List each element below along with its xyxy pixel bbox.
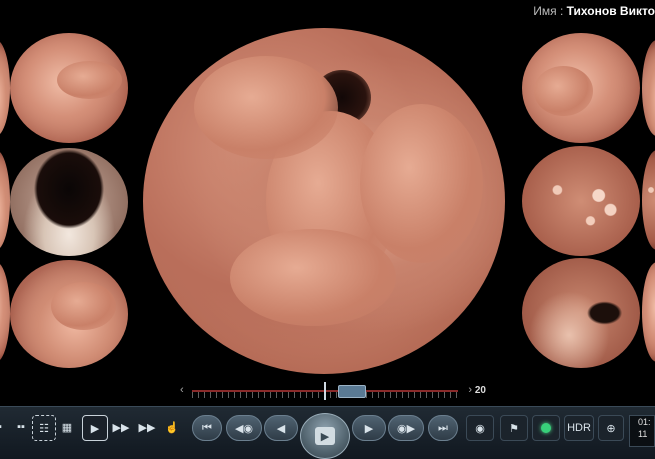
layout-2x2-icon: ▪▪	[17, 421, 25, 433]
prev-icon: ◀	[276, 422, 286, 435]
timeline-end-value: 20	[474, 385, 486, 396]
patient-name: Тихонов Викто	[566, 4, 655, 18]
layout-grid-icon: ▦	[61, 421, 73, 434]
timeline-scrubber[interactable]: ‹ › 20	[180, 382, 486, 400]
step-frames-icon: ▶▶	[138, 421, 156, 434]
step-frames-button[interactable]: ▶▶	[136, 415, 158, 439]
zoom-icon: ⊕	[606, 422, 616, 435]
status-indicator-icon	[541, 423, 551, 433]
status-button[interactable]	[532, 415, 560, 441]
first-frame-icon: ⏮	[202, 421, 212, 434]
flag-button[interactable]: ⚑	[500, 415, 528, 441]
hand-icon: ☝	[165, 421, 179, 434]
hdr-button[interactable]: HDR	[564, 415, 594, 441]
timeline-prev-arrow[interactable]: ‹	[180, 384, 184, 396]
thumbnail-frame-1[interactable]	[10, 33, 128, 143]
toolbar-left-edge-button[interactable]: ▪	[0, 415, 6, 439]
thumbnail-right-edge-1[interactable]	[642, 40, 655, 136]
thumbnail-frame-6[interactable]	[522, 258, 640, 368]
last-frame-icon: ⏭	[438, 421, 448, 434]
play-button[interactable]: ▶	[300, 413, 350, 459]
flag-icon: ⚑	[509, 422, 519, 435]
mucosa-fold-4	[229, 228, 397, 326]
playback-toolbar: ▪ ▪▪ ☷ ▦ ▶ ▶▶ ▶▶ ☝ ⏮ ◀◉ ◀ ▶ ▶ ◉▶ ⏭ ◉ ⚑ H…	[0, 406, 655, 459]
next-camera-icon: ◉▶	[396, 422, 416, 435]
next-camera-button[interactable]: ◉▶	[388, 415, 424, 441]
play-mode-button[interactable]: ▶	[82, 415, 108, 441]
fast-forward-icon: ▶▶	[112, 421, 130, 434]
zoom-button[interactable]: ⊕	[598, 415, 624, 441]
next-frame-button[interactable]: ▶	[352, 415, 386, 441]
timeline-knob[interactable]	[338, 385, 367, 398]
prev-camera-button[interactable]: ◀◉	[226, 415, 262, 441]
thumbnail-left-edge-1[interactable]	[0, 40, 10, 136]
main-endoscope-view[interactable]	[143, 28, 505, 374]
layout-list-button[interactable]: ☷	[32, 415, 56, 441]
last-frame-button[interactable]: ⏭	[428, 415, 458, 441]
next-icon: ▶	[364, 422, 374, 435]
camera-icon: ◉	[475, 422, 485, 435]
hdr-label: HDR	[567, 422, 591, 434]
thumbnail-right-edge-2[interactable]	[642, 150, 655, 250]
mucosa-fold-2	[193, 55, 339, 160]
thumbnail-frame-4[interactable]	[522, 33, 640, 143]
thumbnail-left-edge-3[interactable]	[0, 262, 10, 362]
layout-list-icon: ☷	[39, 422, 49, 435]
thumbnail-right-edge-3[interactable]	[642, 262, 655, 362]
time-display: 01: 11	[629, 415, 655, 447]
thumbnail-frame-2[interactable]	[10, 148, 128, 256]
mucosa-fold-3	[360, 104, 484, 264]
time-display-line-1: 01:	[638, 417, 651, 427]
snapshot-button[interactable]: ◉	[466, 415, 494, 441]
timeline-next-arrow[interactable]: ›	[468, 384, 472, 396]
layout-grid-button[interactable]: ▦	[57, 415, 77, 439]
layout-2x2-button[interactable]: ▪▪	[12, 415, 30, 439]
play-icon: ▶	[320, 430, 330, 443]
time-display-line-2: 11	[638, 429, 648, 439]
prev-frame-button[interactable]: ◀	[264, 415, 298, 441]
prev-camera-icon: ◀◉	[234, 422, 254, 435]
patient-info: Имя : Тихонов Викто	[533, 4, 655, 18]
play-small-icon: ▶	[90, 422, 100, 435]
timeline-cursor[interactable]	[324, 382, 327, 400]
thumbnail-frame-3[interactable]	[10, 260, 128, 368]
thumbnail-frame-5[interactable]	[522, 146, 640, 256]
hand-tool-button[interactable]: ☝	[162, 415, 182, 439]
thumbnail-left-edge-2[interactable]	[0, 150, 10, 250]
patient-label: Имя :	[533, 4, 564, 18]
fast-forward-button[interactable]: ▶▶	[110, 415, 132, 439]
first-frame-button[interactable]: ⏮	[192, 415, 222, 441]
